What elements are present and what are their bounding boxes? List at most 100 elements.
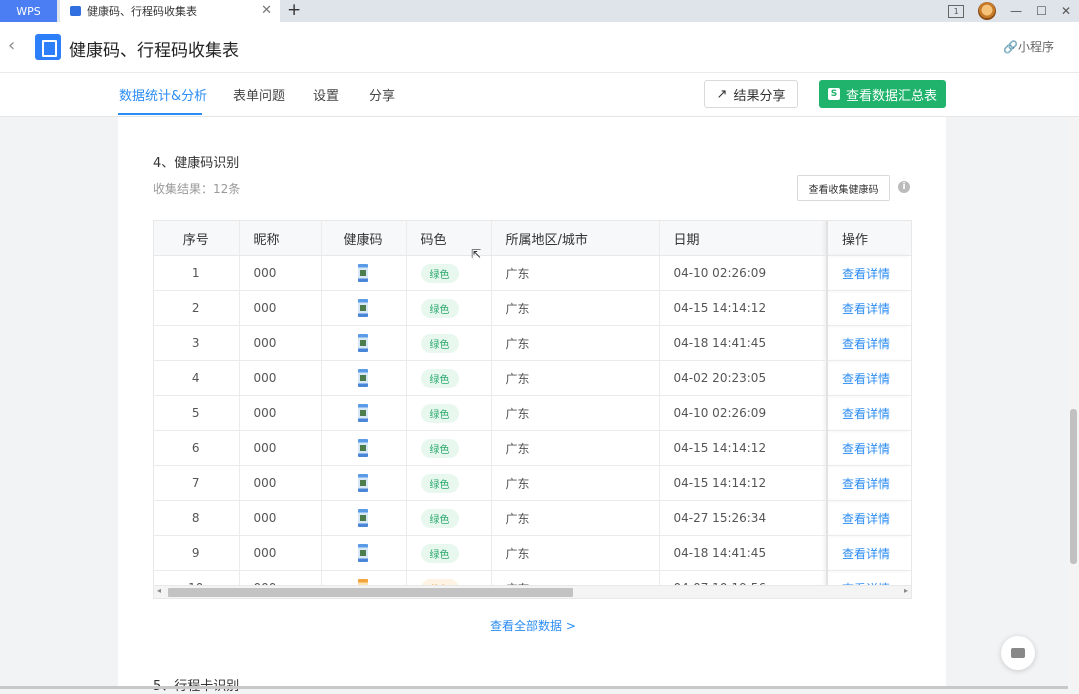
cell-health-code [321,255,407,291]
window-titlebar: WPS 健康码、行程码收集表 ✕ + 1 — ☐ ✕ [0,0,1079,22]
info-icon[interactable]: i [898,181,910,193]
view-details-link[interactable]: 查看详情 [826,360,911,396]
table-row: 5 000 绿色 广东 04-10 02:26:09 查看详情 [154,395,911,431]
cell-number: 9 [154,535,240,571]
view-details-link[interactable]: 查看详情 [826,325,911,361]
view-details-link[interactable]: 查看详情 [826,430,911,466]
table-row: 7 000 绿色 广东 04-15 14:14:12 查看详情 [154,465,911,501]
view-details-link[interactable]: 查看详情 [826,255,911,291]
cell-nickname: 000 [239,360,322,396]
cell-date: 04-18 14:41:45 [659,325,828,361]
workspace-icon[interactable]: 1 [948,4,965,18]
column-header: 操作 [826,221,911,256]
next-section-title: 5、行程卡识别 [153,675,239,694]
mini-program-link[interactable]: 🔗小程序 [1003,38,1054,55]
tabs-bar: 数据统计&分析 表单问题 设置 分享 ↗ 结果分享 S 查看数据汇总表 [0,73,1079,117]
table-row: 4 000 绿色 广东 04-02 20:23:05 查看详情 [154,360,911,396]
cell-health-code [321,500,407,536]
tab-statistics[interactable]: 数据统计&分析 [119,85,207,104]
cell-nickname: 000 [239,325,322,361]
cell-region: 广东 [491,465,660,501]
view-details-link[interactable]: 查看详情 [826,395,911,431]
cell-number: 8 [154,500,240,536]
cell-region: 广东 [491,395,660,431]
cell-health-code [321,465,407,501]
share-result-button[interactable]: ↗ 结果分享 [704,80,798,108]
view-details-link[interactable]: 查看详情 [826,290,911,326]
wps-tab-label: WPS [16,4,41,18]
status-badge: 绿色 [420,333,459,353]
cell-code-color: 绿色 [406,465,492,501]
cell-number: 2 [154,290,240,326]
form-icon [70,6,81,16]
avatar[interactable] [978,2,997,20]
health-code-thumbnail-icon[interactable] [358,334,368,352]
scrollbar-thumb[interactable] [168,588,573,597]
cell-health-code [321,535,407,571]
chat-icon [1011,648,1025,658]
chat-button[interactable] [1001,636,1035,670]
back-icon[interactable]: ‹ [8,35,15,56]
health-code-thumbnail-icon[interactable] [358,404,368,422]
status-badge: 绿色 [420,298,459,318]
cell-region: 广东 [491,255,660,291]
horizontal-scrollbar[interactable]: ◂ ▸ [154,585,911,598]
page-scrollbar-thumb[interactable] [1070,409,1077,564]
status-badge: 绿色 [420,543,459,563]
mini-program-label: 小程序 [1017,40,1054,54]
status-badge: 绿色 [420,368,459,388]
cell-region: 广东 [491,500,660,536]
status-badge: 绿色 [420,403,459,423]
view-summary-button[interactable]: S 查看数据汇总表 [819,80,946,108]
health-code-thumbnail-icon[interactable] [358,439,368,457]
health-code-thumbnail-icon[interactable] [358,474,368,492]
tab-settings[interactable]: 设置 [313,85,339,104]
active-tab-indicator [118,113,202,115]
cell-health-code [321,325,407,361]
cell-nickname: 000 [239,290,322,326]
cell-code-color: 绿色 [406,290,492,326]
tab-questions[interactable]: 表单问题 [233,85,285,104]
column-header: 日期 [659,221,828,256]
app-header: ‹ 健康码、行程码收集表 🔗小程序 [0,22,1079,73]
health-code-thumbnail-icon[interactable] [358,544,368,562]
cell-health-code [321,290,407,326]
view-details-link[interactable]: 查看详情 [826,465,911,501]
view-details-link[interactable]: 查看详情 [826,535,911,571]
status-badge: 绿色 [420,508,459,528]
cell-health-code [321,395,407,431]
cell-date: 04-10 02:26:09 [659,395,828,431]
health-code-thumbnail-icon[interactable] [358,369,368,387]
close-window-icon[interactable]: ✕ [1061,4,1071,18]
view-details-link[interactable]: 查看详情 [826,500,911,536]
scroll-left-icon[interactable]: ◂ [157,586,161,595]
status-badge: 绿色 [420,438,459,458]
close-icon[interactable]: ✕ [261,3,272,18]
cell-number: 4 [154,360,240,396]
scroll-right-icon[interactable]: ▸ [904,586,908,595]
cell-code-color: 绿色 [406,395,492,431]
cell-region: 广东 [491,535,660,571]
health-code-thumbnail-icon[interactable] [358,264,368,282]
cell-number: 5 [154,395,240,431]
tab-share[interactable]: 分享 [369,85,395,104]
view-health-codes-button[interactable]: 查看收集健康码 [797,175,890,201]
cell-number: 1 [154,255,240,291]
document-tab[interactable]: 健康码、行程码收集表 ✕ [60,0,280,22]
cell-date: 04-15 14:14:12 [659,290,828,326]
status-badge: 绿色 [420,473,459,493]
view-all-data-link[interactable]: 查看全部数据 > [490,617,576,634]
table-row: 9 000 绿色 广东 04-18 14:41:45 查看详情 [154,535,911,571]
page-scrollbar[interactable] [1068,117,1079,689]
new-tab-icon[interactable]: + [287,0,301,20]
cell-region: 广东 [491,325,660,361]
cell-nickname: 000 [239,500,322,536]
health-code-thumbnail-icon[interactable] [358,509,368,527]
wps-home-tab[interactable]: WPS [0,0,57,22]
maximize-icon[interactable]: ☐ [1036,4,1047,18]
table-row: 2 000 绿色 广东 04-15 14:14:12 查看详情 [154,290,911,326]
health-code-thumbnail-icon[interactable] [358,299,368,317]
cell-health-code [321,360,407,396]
minimize-icon[interactable]: — [1010,4,1022,18]
column-header: 序号 [154,221,240,256]
